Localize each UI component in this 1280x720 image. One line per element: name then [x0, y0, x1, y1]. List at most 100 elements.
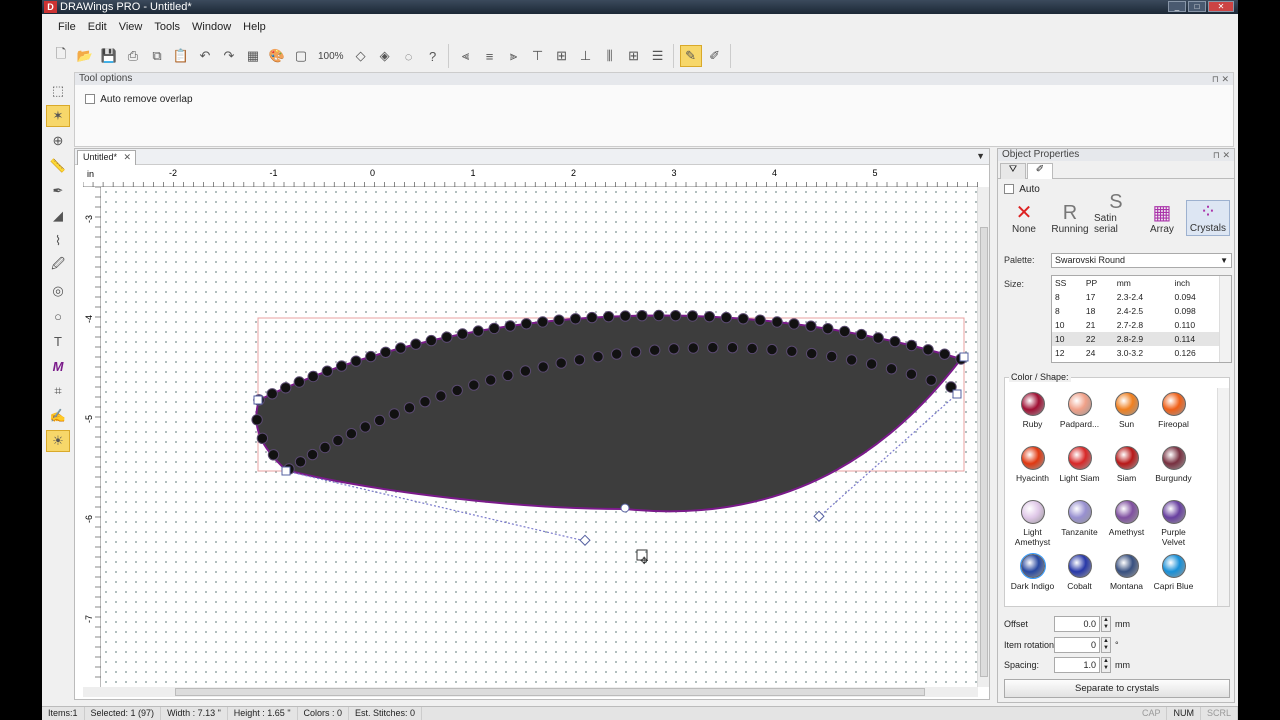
- mode-running-button[interactable]: R Running: [1048, 200, 1092, 236]
- print-icon[interactable]: ⎙: [122, 45, 144, 67]
- color-list-scrollbar[interactable]: [1217, 388, 1229, 606]
- crystal-color-item[interactable]: Sun: [1103, 392, 1150, 440]
- auto-remove-overlap-checkbox[interactable]: [85, 94, 95, 105]
- mode-array-button[interactable]: ▦ Array: [1140, 200, 1184, 236]
- knife-tool-icon[interactable]: ◢: [46, 205, 70, 227]
- offset-input[interactable]: 0.0: [1054, 616, 1100, 632]
- menu-file[interactable]: File: [52, 18, 82, 38]
- crystal-color-item[interactable]: Light Siam: [1056, 446, 1103, 494]
- node-handle[interactable]: [253, 395, 263, 405]
- rotation-input[interactable]: 0: [1054, 637, 1100, 653]
- distribute-grid-icon[interactable]: ⊞: [623, 45, 645, 67]
- size-row[interactable]: 8 17 2.3-2.4 0.094: [1052, 290, 1220, 304]
- mode-satin-serial-button[interactable]: S Satin serial: [1094, 192, 1138, 236]
- vertical-scrollbar[interactable]: [977, 187, 989, 687]
- distribute-h-icon[interactable]: ⫼: [599, 45, 621, 67]
- paint-tool-icon[interactable]: ✍: [46, 405, 70, 427]
- weld-icon[interactable]: ◈: [374, 45, 396, 67]
- menu-window[interactable]: Window: [186, 18, 237, 38]
- palette-select[interactable]: Swarovski Round ▼: [1051, 253, 1232, 268]
- node-edit-tool-icon[interactable]: ✶: [46, 105, 70, 127]
- crop-tool-icon[interactable]: ⌗: [46, 380, 70, 402]
- monogram-tool-icon[interactable]: M: [46, 355, 70, 377]
- copy-icon[interactable]: ⧉: [146, 45, 168, 67]
- crystal-color-item[interactable]: Dark Indigo: [1009, 553, 1056, 602]
- pen-icon[interactable]: ✒: [46, 180, 70, 202]
- close-tab-icon[interactable]: ✕: [123, 152, 131, 163]
- control-point[interactable]: [813, 510, 825, 522]
- shape-icon[interactable]: ◌: [398, 45, 420, 67]
- crystal-color-item[interactable]: Siam: [1103, 446, 1150, 494]
- ruler-tool-icon[interactable]: 📏: [46, 155, 70, 177]
- drawing-canvas[interactable]: ✥: [101, 187, 978, 687]
- node-handle[interactable]: [620, 503, 630, 513]
- panel-pin-close-icon[interactable]: ⊓ ✕: [1213, 149, 1230, 161]
- auto-checkbox[interactable]: [1004, 184, 1014, 195]
- spacing-input[interactable]: 1.0: [1054, 657, 1100, 673]
- crystal-color-item[interactable]: Cobalt: [1056, 554, 1103, 602]
- crystal-color-item[interactable]: Light Amethyst: [1009, 500, 1056, 548]
- new-file-icon[interactable]: 🗋: [50, 45, 72, 67]
- size-row[interactable]: 12 24 3.0-3.2 0.126: [1052, 346, 1220, 360]
- tab-untitled[interactable]: Untitled* ✕: [77, 150, 137, 165]
- zoom-tool-icon[interactable]: ⊕: [46, 130, 70, 152]
- crystal-color-item[interactable]: Fireopal: [1150, 392, 1197, 440]
- palette-icon[interactable]: 🎨: [266, 45, 288, 67]
- align-top-icon[interactable]: ⊤: [527, 45, 549, 67]
- horizontal-scrollbar[interactable]: [83, 687, 978, 697]
- maximize-button[interactable]: □: [1188, 1, 1206, 12]
- help-cursor-icon[interactable]: ?: [422, 45, 444, 67]
- leaf-shape[interactable]: [255, 314, 963, 513]
- node-handle[interactable]: [959, 352, 969, 362]
- menu-view[interactable]: View: [113, 18, 149, 38]
- crystal-color-item[interactable]: Capri Blue: [1150, 554, 1197, 602]
- crystal-color-item[interactable]: Hyacinth: [1009, 446, 1056, 494]
- mode-crystals-button[interactable]: ⁘ Crystals: [1185, 200, 1230, 236]
- node-icon[interactable]: ◇: [350, 45, 372, 67]
- size-row[interactable]: 8 18 2.4-2.5 0.098: [1052, 304, 1220, 318]
- crystal-color-item[interactable]: Padpard...: [1056, 392, 1103, 440]
- zoom-level[interactable]: 100%: [314, 51, 348, 62]
- crystal-color-item[interactable]: Montana: [1103, 554, 1150, 602]
- document-list-dropdown-icon[interactable]: ▼: [976, 151, 985, 161]
- crystal-color-item[interactable]: Ruby: [1009, 392, 1056, 440]
- crystal-color-item[interactable]: Amethyst: [1103, 500, 1150, 548]
- menu-tools[interactable]: Tools: [148, 18, 186, 38]
- save-icon[interactable]: 💾: [98, 45, 120, 67]
- size-column-header[interactable]: PP: [1083, 276, 1114, 290]
- crystal-color-item[interactable]: Tanzanite: [1056, 500, 1103, 548]
- crystal-color-item[interactable]: Purple Velvet: [1150, 500, 1197, 548]
- close-window-button[interactable]: ✕: [1208, 1, 1234, 12]
- crystal-color-item[interactable]: Burgundy: [1150, 446, 1197, 494]
- spacing-stepper[interactable]: ▲ ▼: [1101, 657, 1111, 673]
- rotation-stepper[interactable]: ▲ ▼: [1101, 637, 1111, 653]
- tab-stitch-icon[interactable]: ✐: [1027, 163, 1053, 179]
- light-tool-icon[interactable]: ☀: [46, 430, 70, 452]
- align-middle-icon[interactable]: ⊞: [551, 45, 573, 67]
- bezier-tool-icon[interactable]: ⌇: [46, 230, 70, 252]
- size-row[interactable]: 10 22 2.8-2.9 0.114: [1052, 332, 1220, 346]
- brush-tool-icon[interactable]: ✎: [679, 45, 702, 67]
- eyedropper-icon[interactable]: 🖉: [46, 255, 70, 277]
- fit-page-icon[interactable]: ▢: [290, 45, 312, 67]
- ellipse-tool-icon[interactable]: ○: [46, 305, 70, 327]
- grid-icon[interactable]: ▦: [242, 45, 264, 67]
- node-handle[interactable]: [281, 466, 291, 476]
- spiral-tool-icon[interactable]: ◎: [46, 280, 70, 302]
- paste-icon[interactable]: 📋: [170, 45, 192, 67]
- size-row[interactable]: 10 21 2.7-2.8 0.110: [1052, 318, 1220, 332]
- size-column-header[interactable]: inch: [1171, 276, 1220, 290]
- align-bottom-icon[interactable]: ⊥: [575, 45, 597, 67]
- redo-icon[interactable]: ↷: [218, 45, 240, 67]
- open-file-icon[interactable]: 📂: [74, 45, 96, 67]
- select-tool-icon[interactable]: ⬚: [46, 80, 70, 102]
- align-left-icon[interactable]: ⫷: [455, 45, 477, 67]
- menu-edit[interactable]: Edit: [82, 18, 113, 38]
- size-table-scrollbar[interactable]: [1219, 276, 1231, 362]
- undo-icon[interactable]: ↶: [194, 45, 216, 67]
- separate-to-crystals-button[interactable]: Separate to crystals: [1004, 679, 1230, 698]
- size-column-header[interactable]: mm: [1114, 276, 1172, 290]
- align-right-icon[interactable]: ⫸: [503, 45, 525, 67]
- offset-stepper[interactable]: ▲ ▼: [1101, 616, 1111, 632]
- minimize-button[interactable]: _: [1168, 1, 1186, 12]
